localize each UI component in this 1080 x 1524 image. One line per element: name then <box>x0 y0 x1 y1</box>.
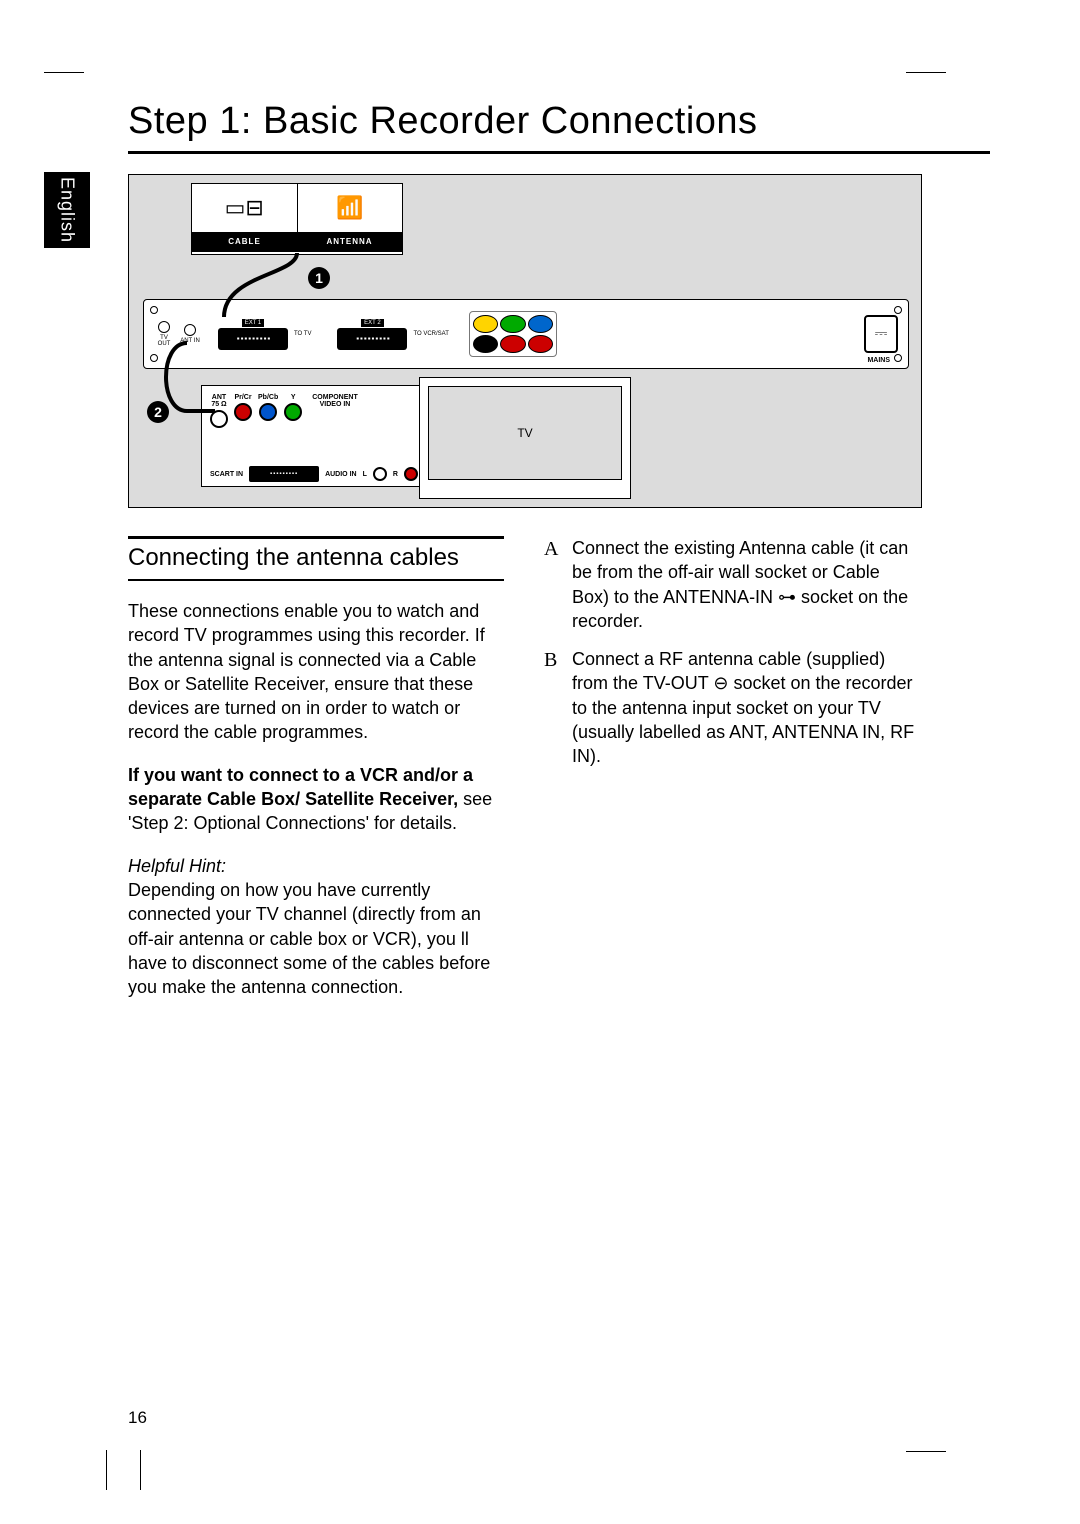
callout-1: 1 <box>308 267 330 289</box>
step-b-text: Connect a RF antenna cable (supplied) fr… <box>572 647 920 768</box>
to-tv-label: TO TV <box>294 331 311 337</box>
tv-pr-label: Pr/Cr <box>234 394 251 401</box>
scart-ext2: ▪▪▪▪▪▪▪▪▪ <box>337 328 407 350</box>
connection-diagram: ▭⊟ 📶 CABLE ANTENNA 1 2 TV OUT ANT IN EXT… <box>128 174 922 508</box>
subheading-rule-top <box>128 536 504 539</box>
step-a: A Connect the existing Antenna cable (it… <box>544 536 920 633</box>
step-b: B Connect a RF antenna cable (supplied) … <box>544 647 920 768</box>
vcr-note: If you want to connect to a VCR and/or a… <box>128 763 504 836</box>
page-number: 16 <box>128 1408 147 1428</box>
tv-ant-label: ANT 75 Ω <box>211 394 226 408</box>
callout-2: 2 <box>147 401 169 423</box>
hint-body: Depending on how you have currently conn… <box>128 880 490 997</box>
subheading-rule-bottom <box>128 579 504 581</box>
tv-out-label: TV OUT <box>154 335 174 347</box>
tv-y-label: Y <box>291 394 296 401</box>
antenna-icon: 📶 <box>336 195 363 221</box>
tv-component-label: COMPONENT VIDEO IN <box>312 394 358 408</box>
ant-in-label: ANT IN <box>180 338 200 344</box>
recorder-back-panel: TV OUT ANT IN EXT 1 ▪▪▪▪▪▪▪▪▪ TO TV EXT … <box>143 299 909 369</box>
page-title: Step 1: Basic Recorder Connections <box>128 100 990 143</box>
mains-socket: ⎓ <box>864 315 898 353</box>
to-vcr-sat-label: TO VCR/SAT <box>413 331 448 337</box>
signal-source-box: ▭⊟ 📶 CABLE ANTENNA <box>191 183 403 255</box>
ext1-label: EXT 1 <box>242 319 265 327</box>
video-out-cluster <box>469 311 557 357</box>
tv-l-label: L <box>363 471 367 478</box>
scart-ext1: ▪▪▪▪▪▪▪▪▪ <box>218 328 288 350</box>
tv-monitor: TV <box>419 377 631 499</box>
hint-label: Helpful Hint: <box>128 854 504 878</box>
tv-scartin-label: SCART IN <box>210 471 243 478</box>
crop-mark <box>106 1450 107 1490</box>
antenna-label: ANTENNA <box>297 232 402 252</box>
cable-box-icon: ▭⊟ <box>225 195 264 221</box>
right-column: A Connect the existing Antenna cable (it… <box>544 536 920 1017</box>
step-b-marker: B <box>544 647 562 768</box>
title-rule <box>128 151 990 154</box>
mains-label: MAINS <box>867 357 890 364</box>
helpful-hint: Helpful Hint: Depending on how you have … <box>128 854 504 1000</box>
tv-scart-port: ▪▪▪▪▪▪▪▪▪ <box>249 466 319 482</box>
tv-pb-label: Pb/Cb <box>258 394 278 401</box>
vcr-note-bold: If you want to connect to a VCR and/or a… <box>128 765 473 809</box>
ext2-label: EXT 2 <box>361 319 384 327</box>
language-tab: English <box>44 172 90 248</box>
crop-mark <box>906 1451 946 1452</box>
tv-audio-label: AUDIO IN <box>325 471 357 478</box>
cable-label: CABLE <box>192 232 297 252</box>
crop-mark <box>140 1450 141 1490</box>
left-column: Connecting the antenna cables These conn… <box>128 536 504 1017</box>
step-a-marker: A <box>544 536 562 633</box>
intro-paragraph: These connections enable you to watch an… <box>128 599 504 745</box>
step-a-text: Connect the existing Antenna cable (it c… <box>572 536 920 633</box>
subheading: Connecting the antenna cables <box>128 543 504 573</box>
tv-label: TV <box>517 426 532 440</box>
tv-r-label: R <box>393 471 398 478</box>
